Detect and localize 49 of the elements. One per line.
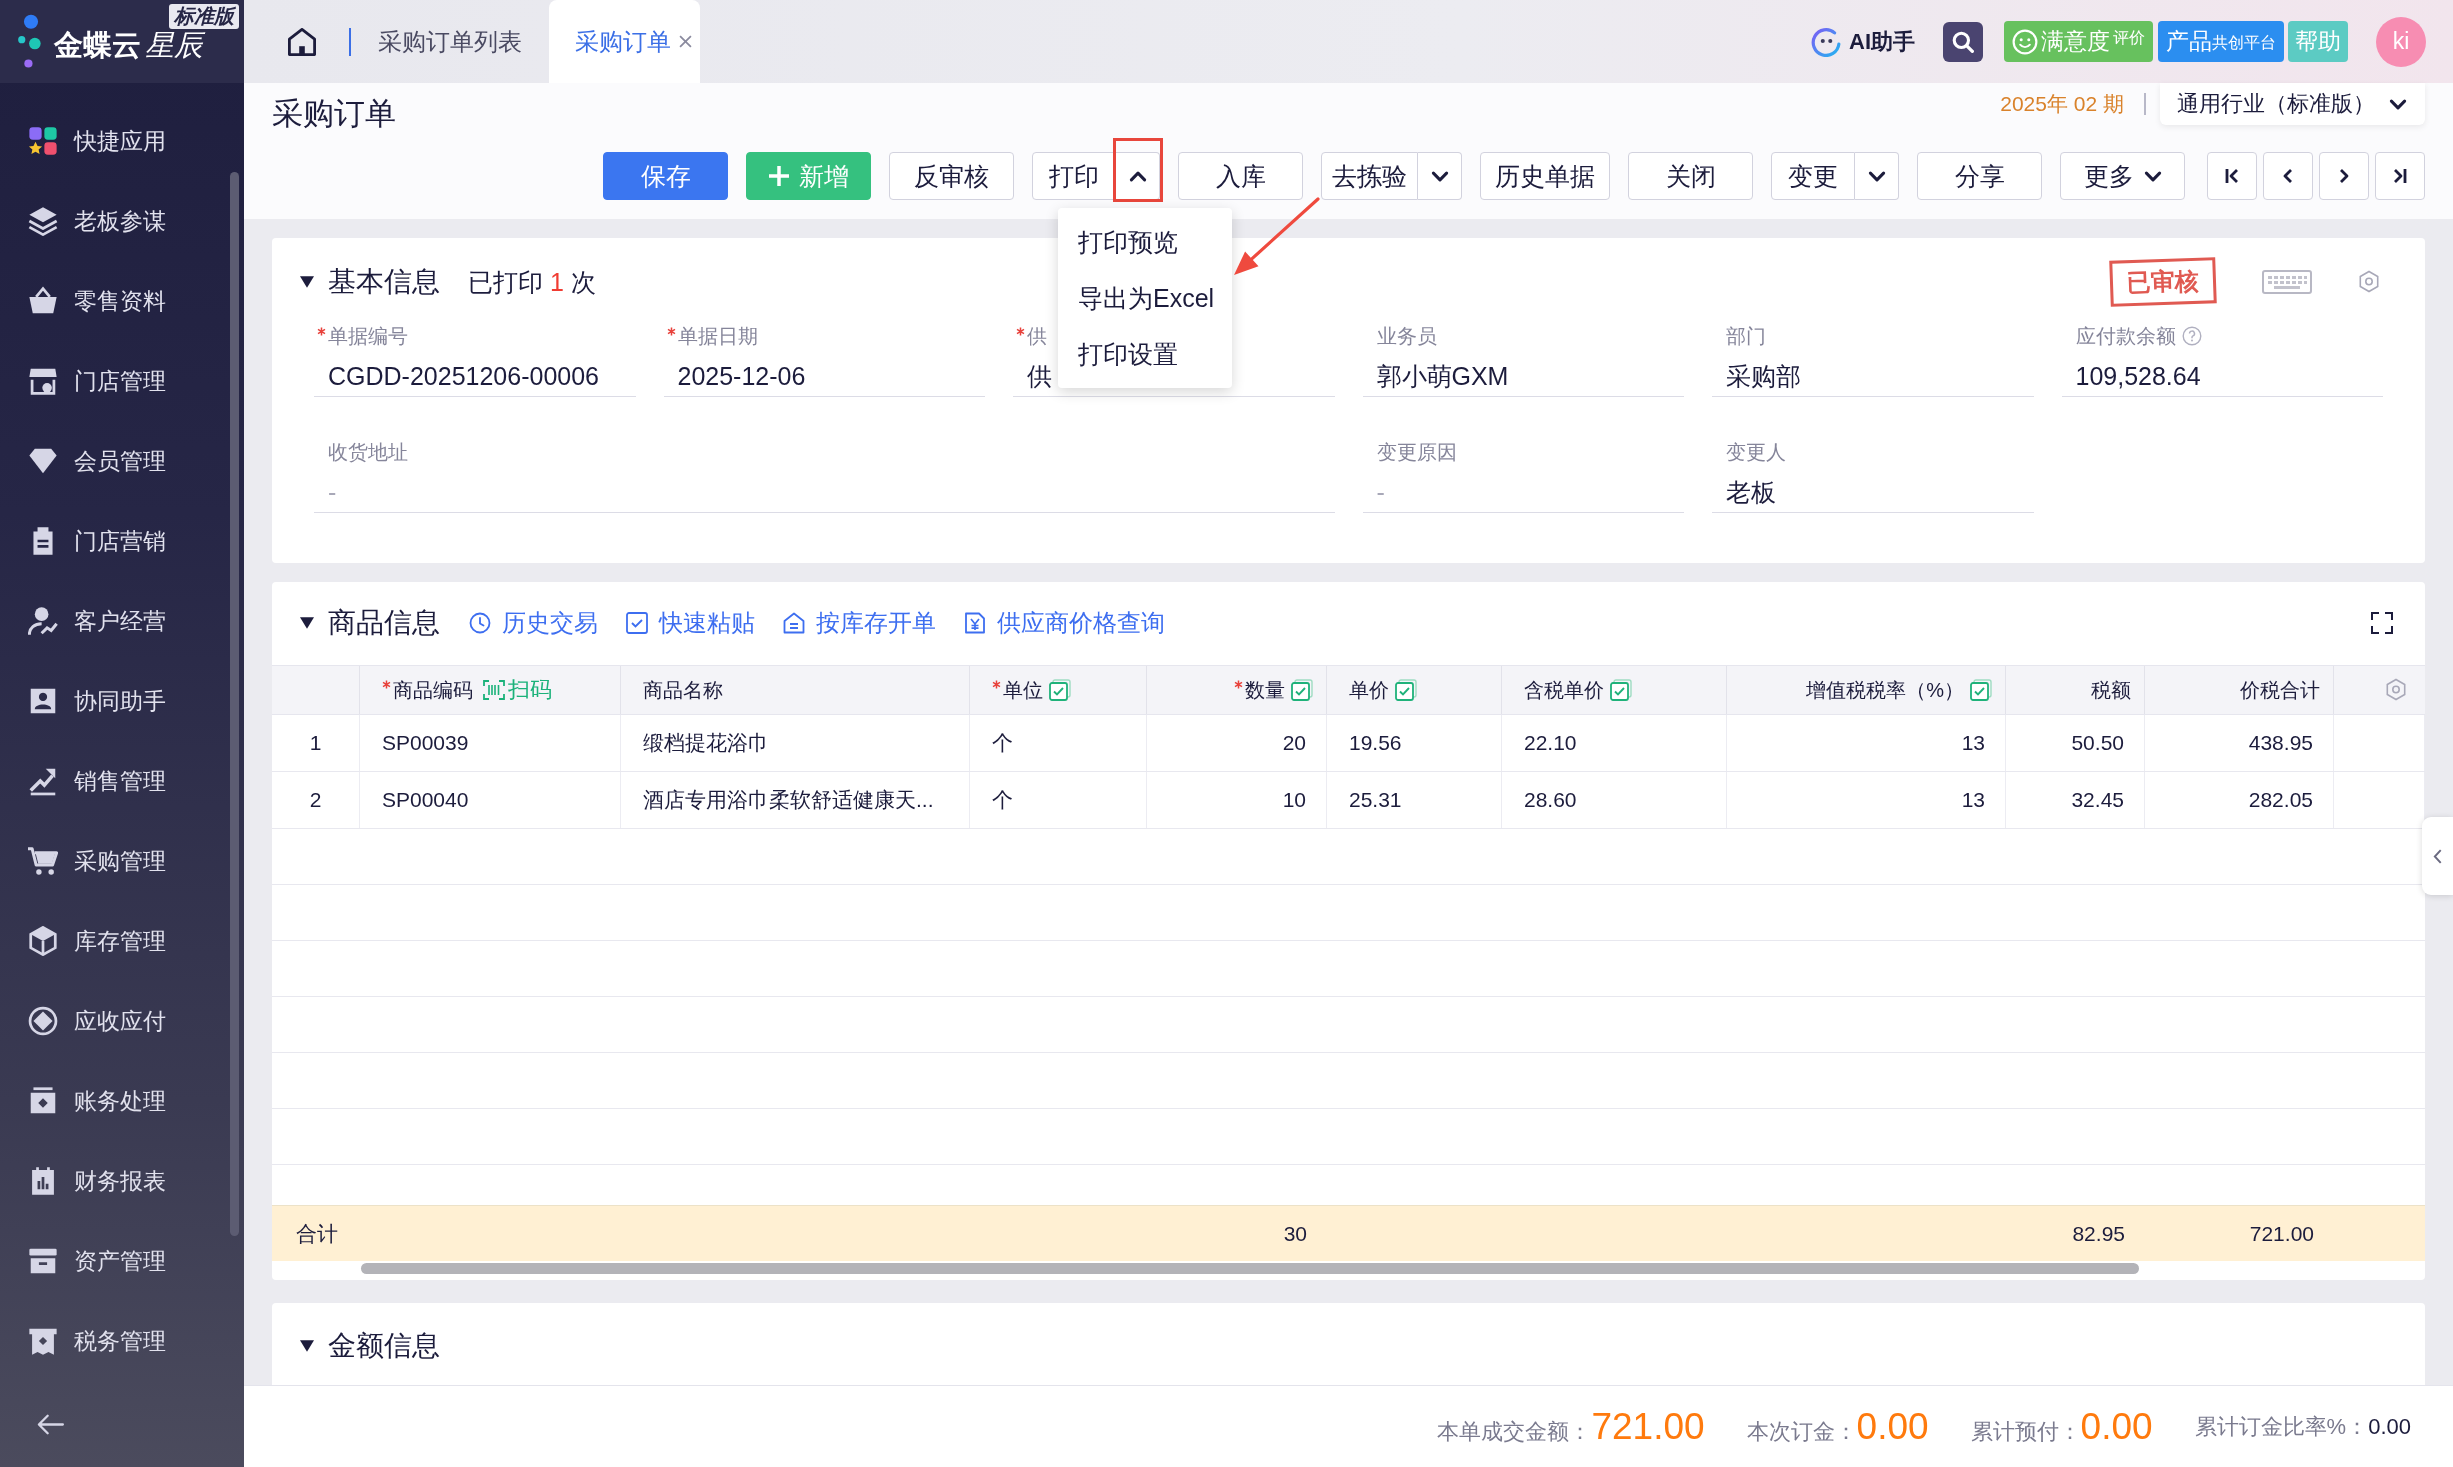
row-number: 2 (272, 772, 360, 828)
summary-value: 0.00 (2080, 1405, 2153, 1448)
table-cell: 13 (1727, 715, 2006, 771)
row-number: 1 (272, 715, 360, 771)
table-cell: 22.10 (1502, 715, 1727, 771)
table-cell: 缎档提花浴巾 (621, 715, 970, 771)
edition-badge: 标准版 (169, 4, 239, 29)
table-cell: 酒店专用浴巾柔软舒适健康天... (621, 772, 970, 828)
section-title: 金额信息 (328, 1329, 440, 1363)
summary-label: 本次订金： (1746, 1417, 1857, 1446)
table-cell: 25.31 (1327, 772, 1502, 828)
table-cell-text: 82.95 (2071, 1220, 2126, 1247)
field-label: 供 (1027, 323, 1047, 349)
table-cell: SP00040 (360, 772, 621, 828)
table-cell: 32.45 (2006, 772, 2145, 828)
table-cell-text: 721.00 (2248, 1220, 2315, 1247)
section-title: 商品信息 (328, 606, 440, 640)
approved-stamp: 已审核 (2109, 257, 2217, 307)
field-label: 单据日期 (677, 323, 758, 349)
table-cell: 50.50 (2006, 715, 2145, 771)
field-label: 单据编号 (328, 323, 408, 349)
summary-label: 本单成交金额： (1437, 1417, 1592, 1446)
table-cell-text: 30 (1282, 1220, 1308, 1247)
table-cell: SP00039 (360, 715, 621, 771)
table-cell: 20 (1147, 715, 1327, 771)
table-cell: 282.05 (2145, 772, 2334, 828)
print-count-text: 已打印 1 次 (468, 266, 596, 298)
summary-value: 721.00 (1591, 1405, 1705, 1448)
summary-value: 0.00 (2368, 1413, 2411, 1440)
field-label: 收货地址 (328, 439, 408, 465)
summary-value: 0.00 (1856, 1405, 1929, 1448)
table-cell: 10 (1147, 772, 1327, 828)
field-label: 部门 (1726, 323, 1766, 349)
table-cell: 28.60 (1502, 772, 1727, 828)
page-title: 采购订单 (272, 95, 396, 133)
table-cell: 438.95 (2145, 715, 2334, 771)
table-cell: 19.56 (1327, 715, 1502, 771)
table-cell: 个 (970, 715, 1147, 771)
table-cell-text: 合计 (295, 1220, 339, 1247)
field-label: 变更原因 (1376, 439, 1457, 465)
table-cell: 个 (970, 772, 1147, 828)
section-title: 基本信息 (328, 265, 440, 299)
table-cell: 13 (1727, 772, 2006, 828)
field-label: 变更人 (1726, 439, 1786, 465)
field-label: 应付款余额 (2075, 323, 2176, 349)
period-label: 2025年 02 期 (2000, 91, 2124, 117)
summary-label: 累计订金比率%： (2194, 1412, 2369, 1441)
field-label: 业务员 (1376, 323, 1437, 349)
summary-label: 累计预付： (1970, 1417, 2081, 1446)
